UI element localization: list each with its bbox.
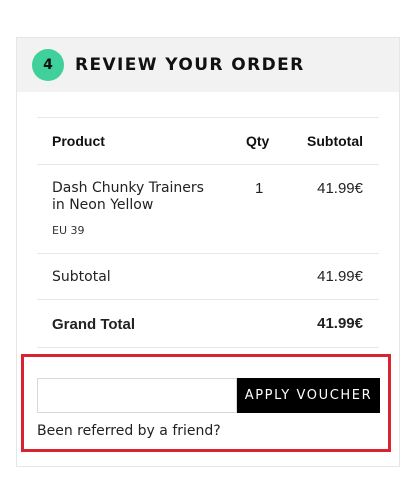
header-divider bbox=[37, 164, 379, 165]
product-subtotal: 41.99€ bbox=[317, 180, 363, 197]
step-number-badge: 4 bbox=[32, 49, 64, 81]
grand-total-divider bbox=[37, 347, 379, 348]
voucher-code-input[interactable] bbox=[37, 378, 237, 413]
subtotal-label: Subtotal bbox=[52, 269, 111, 285]
product-qty: 1 bbox=[255, 180, 264, 197]
table-top-divider bbox=[37, 117, 379, 118]
section-title: REVIEW YOUR ORDER bbox=[75, 55, 305, 75]
apply-voucher-button[interactable]: APPLY VOUCHER bbox=[237, 378, 380, 413]
row-divider bbox=[37, 253, 379, 254]
subtotal-value: 41.99€ bbox=[317, 268, 363, 285]
grand-total-value: 41.99€ bbox=[317, 315, 363, 332]
subtotal-divider bbox=[37, 299, 379, 300]
grand-total-label: Grand Total bbox=[52, 316, 136, 333]
product-name-line2: in Neon Yellow bbox=[52, 197, 154, 213]
referral-link[interactable]: Been referred by a friend? bbox=[37, 423, 221, 439]
column-header-qty: Qty bbox=[246, 133, 270, 149]
column-header-product: Product bbox=[52, 133, 105, 149]
product-name-line1: Dash Chunky Trainers bbox=[52, 180, 204, 196]
product-size: EU 39 bbox=[52, 224, 85, 237]
section-header: 4 REVIEW YOUR ORDER bbox=[17, 38, 399, 92]
column-header-subtotal: Subtotal bbox=[307, 133, 363, 149]
